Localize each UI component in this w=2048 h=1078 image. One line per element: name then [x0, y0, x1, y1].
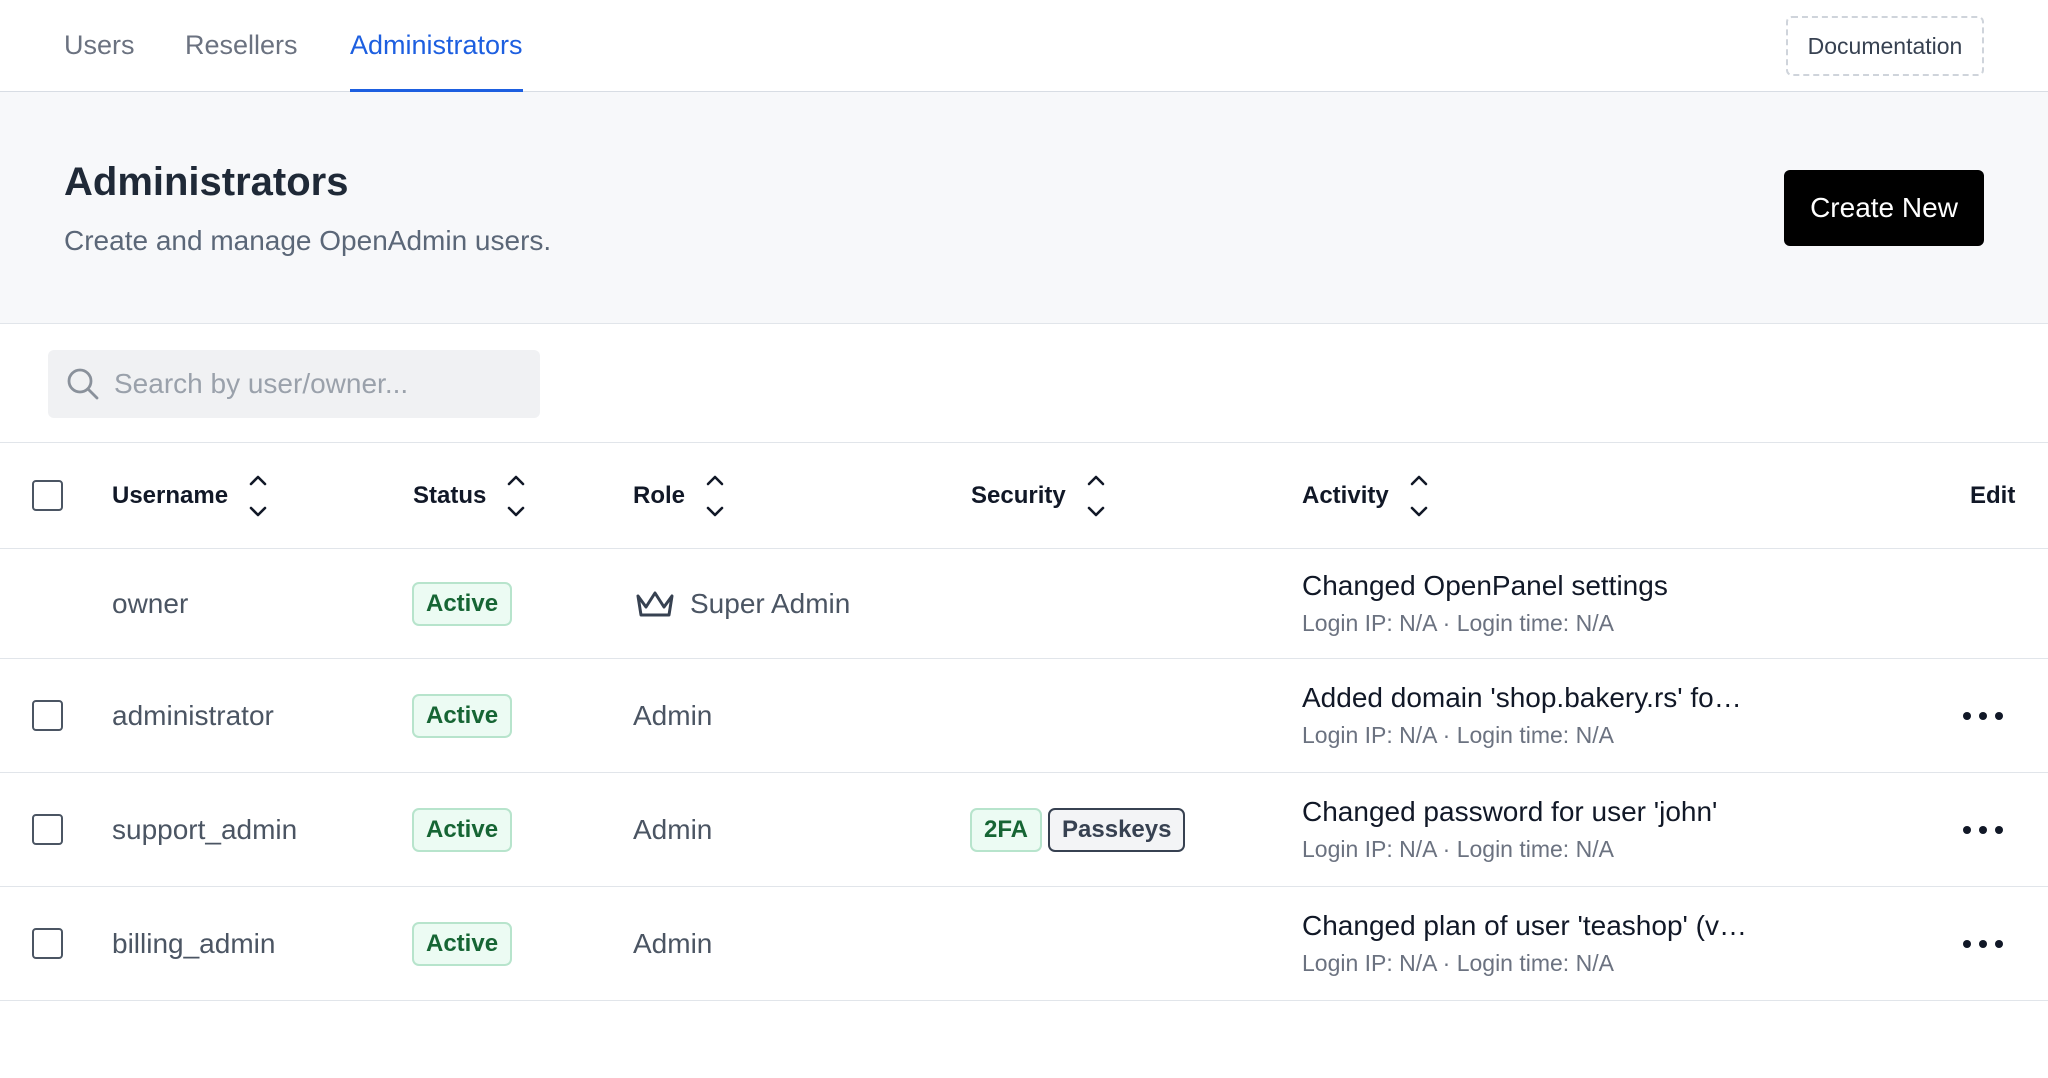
row-checkbox[interactable]: [32, 814, 63, 845]
administrators-table: Username Status Role Security Activity E…: [0, 442, 2048, 1001]
activity-cell: Changed plan of user 'teashop' (v… Login…: [1302, 887, 1747, 1000]
column-label: Username: [112, 481, 229, 509]
page-subtitle: Create and manage OpenAdmin users.: [64, 225, 552, 256]
status-badge: Active: [412, 921, 513, 966]
username-cell: billing_admin: [112, 927, 276, 959]
activity-cell: Changed password for user 'john' Login I…: [1302, 773, 1717, 886]
status-badge: Active: [412, 581, 513, 626]
tab-resellers[interactable]: Resellers: [185, 0, 298, 92]
activity-text: Changed OpenPanel settings: [1302, 570, 1668, 601]
role-label: Super Admin: [690, 587, 851, 619]
username-cell: support_admin: [112, 813, 298, 845]
role-cell: Admin: [633, 813, 713, 845]
activity-cell: Changed OpenPanel settings Login IP: N/A…: [1302, 549, 1668, 658]
username-cell: owner: [112, 587, 189, 619]
top-nav: Users Resellers Administrators Documenta…: [0, 0, 2048, 93]
security-badge-2fa: 2FA: [970, 807, 1043, 852]
login-info: Login IP: N/A · Login time: N/A: [1302, 836, 1614, 862]
activity-text: Changed password for user 'john': [1302, 796, 1718, 827]
role-cell: Super Admin: [634, 549, 850, 658]
table-row: support_admin Active Admin 2FA Passkeys …: [0, 773, 2048, 887]
table-row: billing_admin Active Admin Changed plan …: [0, 887, 2048, 1001]
status-badge: Active: [412, 693, 513, 738]
tab-administrators[interactable]: Administrators: [350, 0, 523, 93]
security-cell: 2FA Passkeys: [970, 773, 1186, 886]
column-header-role[interactable]: Role: [633, 443, 725, 548]
more-options-icon: [1963, 825, 2003, 834]
create-new-button[interactable]: Create New: [1784, 170, 1984, 246]
page-title: Administrators: [64, 160, 349, 204]
column-label: Status: [413, 481, 487, 509]
activity-text: Added domain 'shop.bakery.rs' fo…: [1302, 682, 1742, 713]
column-header-status[interactable]: Status: [413, 443, 526, 548]
tab-users[interactable]: Users: [64, 0, 135, 92]
activity-cell: Added domain 'shop.bakery.rs' fo… Login …: [1302, 659, 1742, 772]
sort-icon[interactable]: [506, 475, 526, 517]
column-header-activity[interactable]: Activity: [1302, 443, 1429, 548]
row-checkbox[interactable]: [32, 700, 63, 731]
crown-icon: [636, 591, 674, 616]
activity-text: Changed plan of user 'teashop' (v…: [1302, 910, 1747, 941]
select-all-checkbox[interactable]: [32, 480, 63, 511]
column-label: Role: [633, 481, 686, 509]
login-info: Login IP: N/A · Login time: N/A: [1302, 722, 1614, 748]
status-badge: Active: [412, 807, 513, 852]
sort-icon[interactable]: [705, 475, 725, 517]
row-actions-button[interactable]: [1962, 773, 2004, 886]
username-cell: administrator: [112, 699, 274, 731]
sort-icon[interactable]: [1409, 475, 1429, 517]
more-options-icon: [1963, 939, 2003, 948]
column-label: Activity: [1302, 481, 1389, 509]
login-info: Login IP: N/A · Login time: N/A: [1302, 610, 1614, 636]
security-badge-passkeys: Passkeys: [1048, 807, 1186, 852]
more-options-icon: [1963, 711, 2003, 720]
role-cell: Admin: [633, 699, 713, 731]
row-actions-button[interactable]: [1962, 659, 2004, 772]
search-input[interactable]: [114, 350, 524, 418]
column-header-edit: Edit: [1970, 481, 2016, 509]
row-checkbox[interactable]: [32, 928, 63, 959]
role-cell: Admin: [633, 927, 713, 959]
row-actions-button[interactable]: [1962, 887, 2004, 1000]
sort-icon[interactable]: [248, 475, 268, 517]
table-header-row: Username Status Role Security Activity E…: [0, 443, 2048, 549]
page-header: Administrators Create and manage OpenAdm…: [0, 92, 2048, 324]
table-row: administrator Active Admin Added domain …: [0, 659, 2048, 773]
column-header-username[interactable]: Username: [112, 443, 268, 548]
search-icon: [67, 368, 99, 400]
column-label: Security: [971, 481, 1066, 509]
column-header-security[interactable]: Security: [971, 443, 1106, 548]
table-row: owner Active Super Admin Changed OpenPan…: [0, 549, 2048, 659]
search-box: [48, 350, 540, 418]
documentation-button[interactable]: Documentation: [1786, 16, 1984, 76]
login-info: Login IP: N/A · Login time: N/A: [1302, 950, 1614, 976]
sort-icon[interactable]: [1086, 475, 1106, 517]
